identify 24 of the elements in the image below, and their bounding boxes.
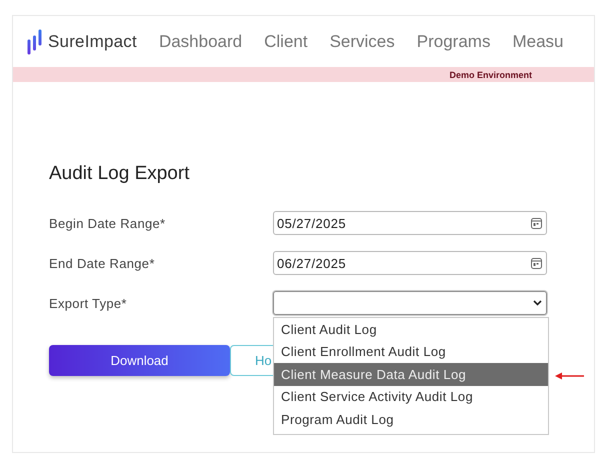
dropdown-option[interactable]: Client Service Activity Audit Log bbox=[274, 386, 548, 408]
pointer-arrow bbox=[555, 372, 585, 380]
dropdown-option[interactable]: Client Measure Data Audit Log bbox=[274, 363, 548, 386]
dropdown-option[interactable]: Client Audit Log bbox=[274, 318, 548, 340]
chevron-down-icon[interactable] bbox=[533, 300, 542, 306]
download-button[interactable]: Download bbox=[49, 345, 230, 376]
page-title: Audit Log Export bbox=[49, 163, 190, 185]
nav-link[interactable]: Dashboard bbox=[158, 32, 242, 52]
dropdown-option[interactable]: Program Audit Log bbox=[274, 408, 548, 430]
nav-link[interactable]: Client bbox=[264, 32, 308, 52]
calendar-icon[interactable] bbox=[531, 218, 542, 228]
nav-link[interactable]: Measu bbox=[512, 32, 564, 52]
date-field[interactable]: 05/27/2025 bbox=[273, 211, 547, 235]
field-label: Begin Date Range* bbox=[49, 216, 166, 230]
select-field[interactable] bbox=[273, 291, 547, 315]
nav-link[interactable]: Services bbox=[330, 32, 395, 52]
brand-name: SureImpact bbox=[48, 32, 137, 52]
calendar-icon[interactable] bbox=[531, 258, 542, 268]
environment-banner: Demo Environment bbox=[13, 67, 594, 82]
date-field[interactable]: 06/27/2025 bbox=[273, 251, 547, 275]
logo-icon bbox=[27, 28, 42, 54]
field-label: Export Type* bbox=[49, 296, 128, 310]
field-label: End Date Range* bbox=[49, 256, 156, 270]
nav-link[interactable]: Programs bbox=[416, 32, 490, 52]
